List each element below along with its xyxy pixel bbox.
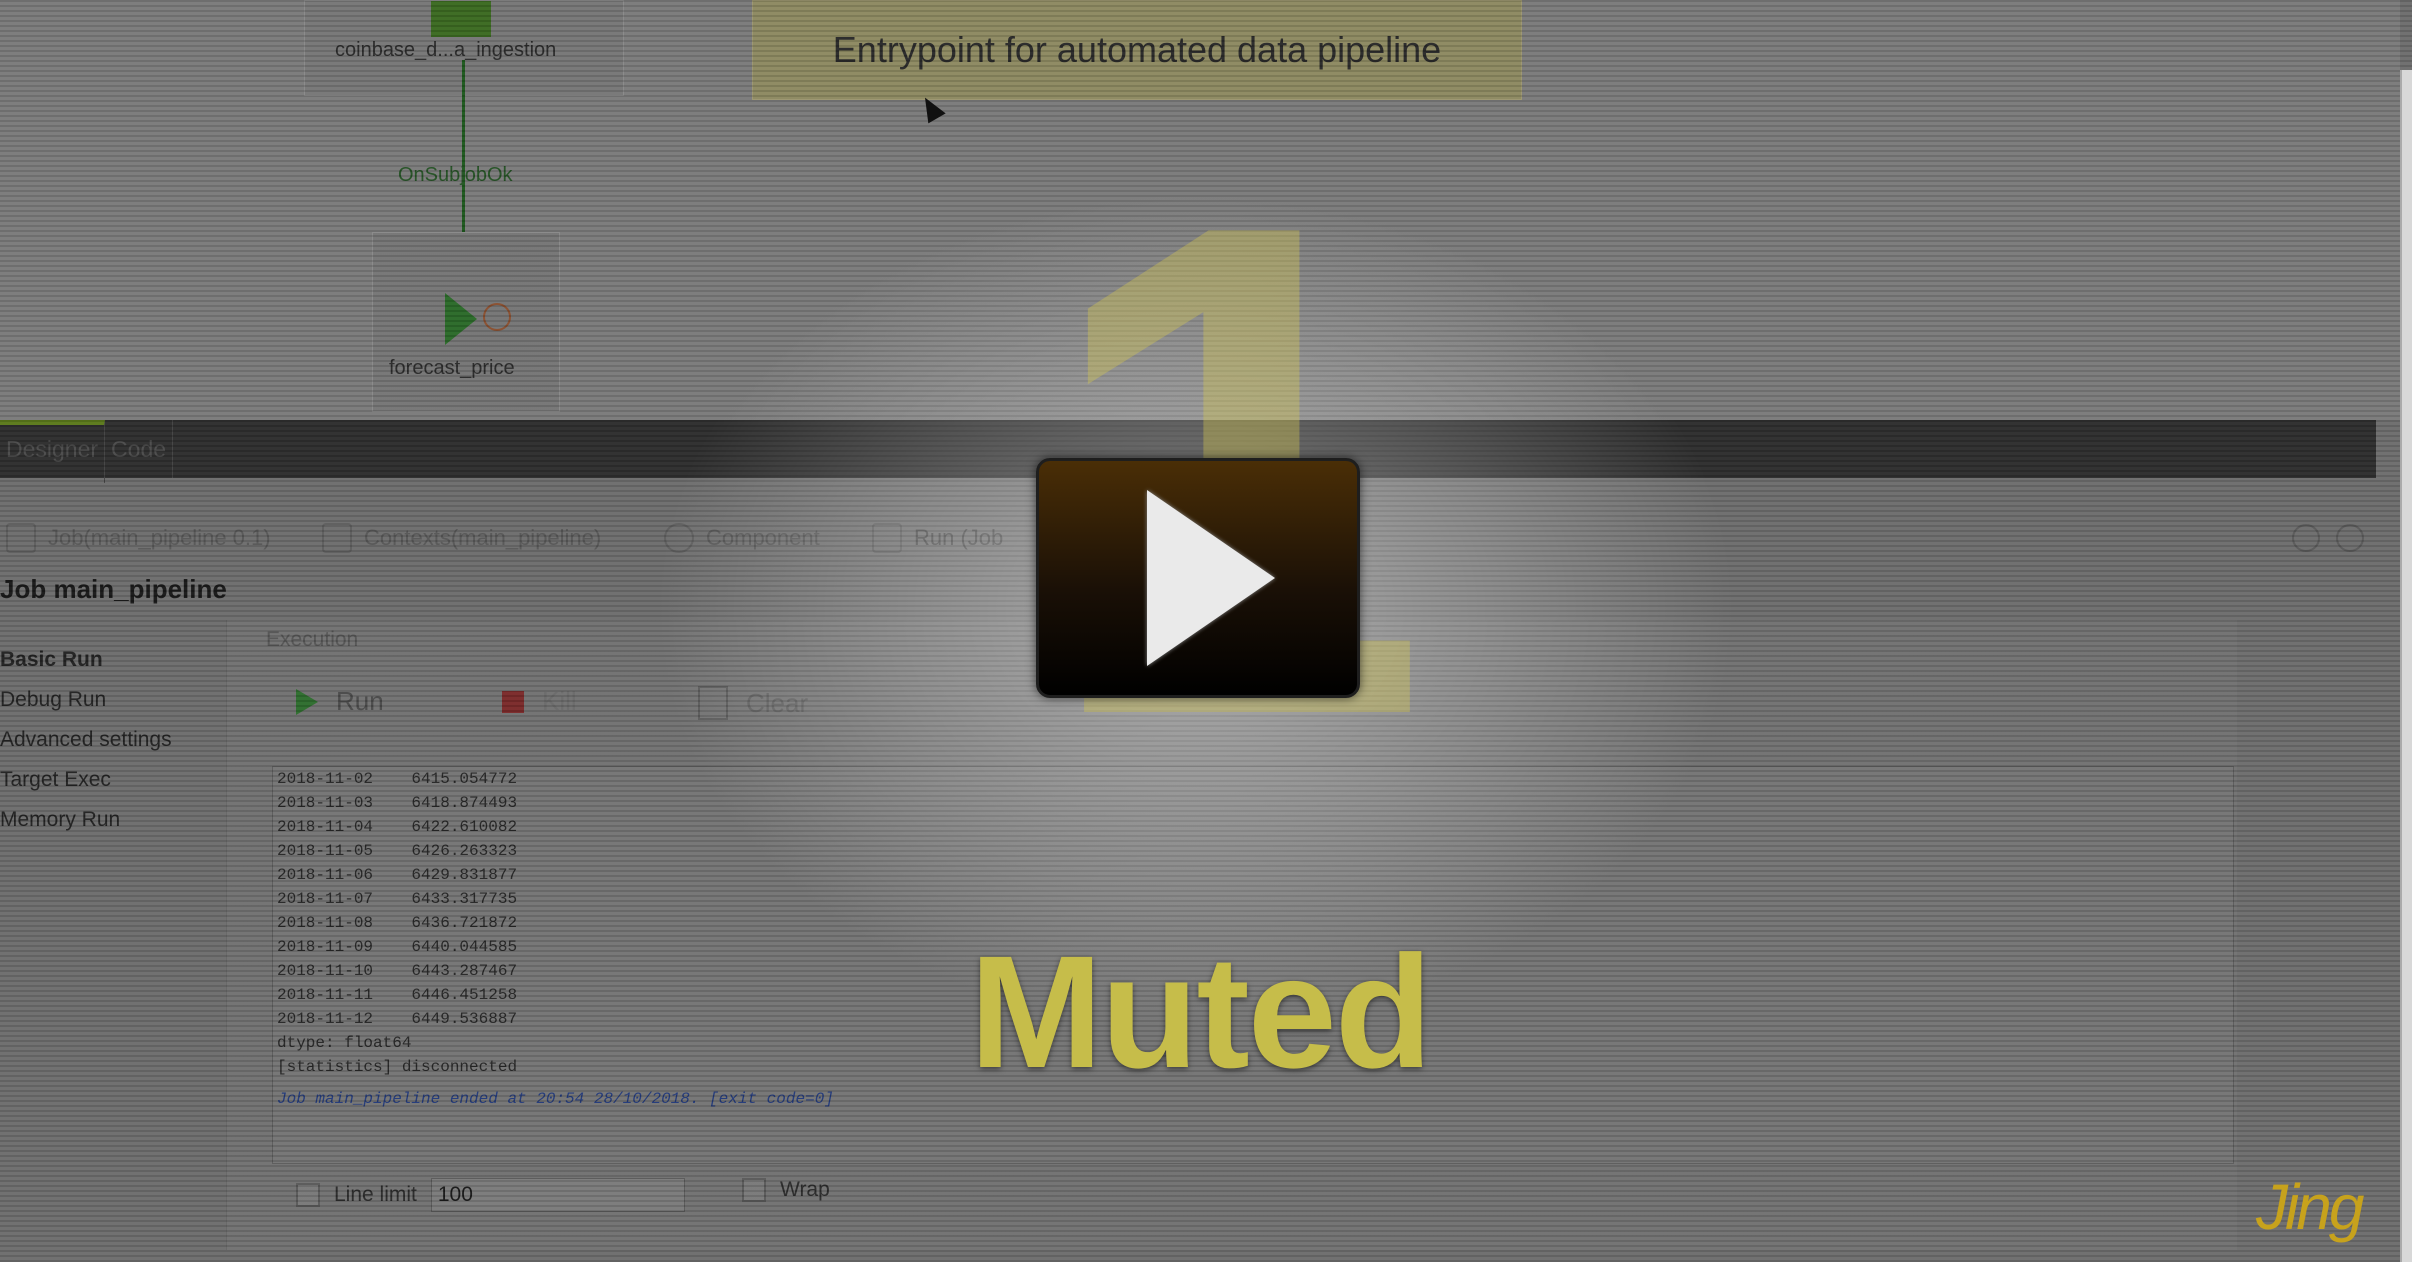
run-mode-target-exec[interactable]: Target Exec: [0, 760, 225, 800]
wrap-checkbox[interactable]: [742, 1178, 766, 1202]
tab-job[interactable]: Job(main_pipeline 0.1): [6, 510, 271, 566]
line-limit-input[interactable]: [430, 1178, 685, 1212]
run-mode-memory[interactable]: Memory Run: [0, 800, 225, 840]
tab-label: Component: [706, 525, 820, 550]
jing-logo: Jing: [2256, 1171, 2364, 1243]
run-mode-advanced[interactable]: Advanced settings: [0, 720, 225, 760]
python-run-icon: [445, 293, 477, 345]
run-button[interactable]: Run: [296, 686, 384, 717]
kill-button-label: Kill: [542, 686, 577, 716]
tab-designer[interactable]: Designer: [0, 420, 106, 483]
tab-label: Job(main_pipeline 0.1): [48, 525, 271, 550]
clear-button-label: Clear: [746, 687, 809, 718]
line-limit-checkbox[interactable]: [296, 1183, 320, 1207]
run-mode-debug[interactable]: Debug Run: [0, 680, 225, 720]
job-title: Job main_pipeline: [0, 574, 227, 604]
clear-icon: [698, 686, 728, 720]
window-scrollbar[interactable]: [2400, 70, 2412, 1262]
contexts-icon: [322, 523, 352, 553]
tab-code[interactable]: Code: [105, 420, 174, 478]
play-button[interactable]: [1036, 458, 1360, 698]
console-line: 2018-11-06 6429.831877: [277, 866, 518, 884]
run-mode-list: Basic Run Debug Run Advanced settings Ta…: [0, 640, 225, 840]
python-icon: [483, 303, 511, 331]
minimize-icon[interactable]: [2292, 524, 2320, 552]
maximize-icon[interactable]: [2336, 524, 2364, 552]
wrap-option: Wrap: [742, 1178, 830, 1202]
component-icon: [664, 523, 694, 553]
run-icon: [872, 523, 902, 553]
connector-label: OnSubjobOk: [398, 164, 513, 186]
component-forecast-price[interactable]: forecast_price: [372, 232, 560, 412]
run-button-label: Run: [336, 686, 384, 716]
muted-label: Muted: [969, 922, 1432, 1101]
kill-button[interactable]: Kill: [502, 686, 577, 717]
job-icon: [6, 523, 36, 553]
component-label: coinbase_d...a_ingestion: [335, 39, 557, 61]
tab-label: Run (Job: [914, 525, 1004, 550]
component-label: forecast_price: [389, 357, 515, 379]
clear-button[interactable]: Clear: [698, 686, 808, 720]
tab-run-job[interactable]: Run (Job: [872, 510, 1003, 566]
console-line: 2018-11-07 6433.317735: [277, 890, 518, 908]
play-icon: [296, 688, 318, 715]
line-limit-option: Line limit: [296, 1178, 685, 1212]
execution-section-label: Execution: [266, 628, 359, 651]
tab-contexts[interactable]: Contexts(main_pipeline): [322, 510, 601, 566]
play-icon: [1147, 490, 1275, 666]
line-limit-label: Line limit: [334, 1183, 417, 1206]
wrap-label: Wrap: [780, 1178, 830, 1201]
component-icon: [431, 1, 491, 37]
run-mode-basic[interactable]: Basic Run: [0, 640, 225, 680]
tab-label: Contexts(main_pipeline): [364, 525, 602, 550]
stop-icon: [502, 690, 524, 713]
tab-component[interactable]: Component: [664, 510, 820, 566]
